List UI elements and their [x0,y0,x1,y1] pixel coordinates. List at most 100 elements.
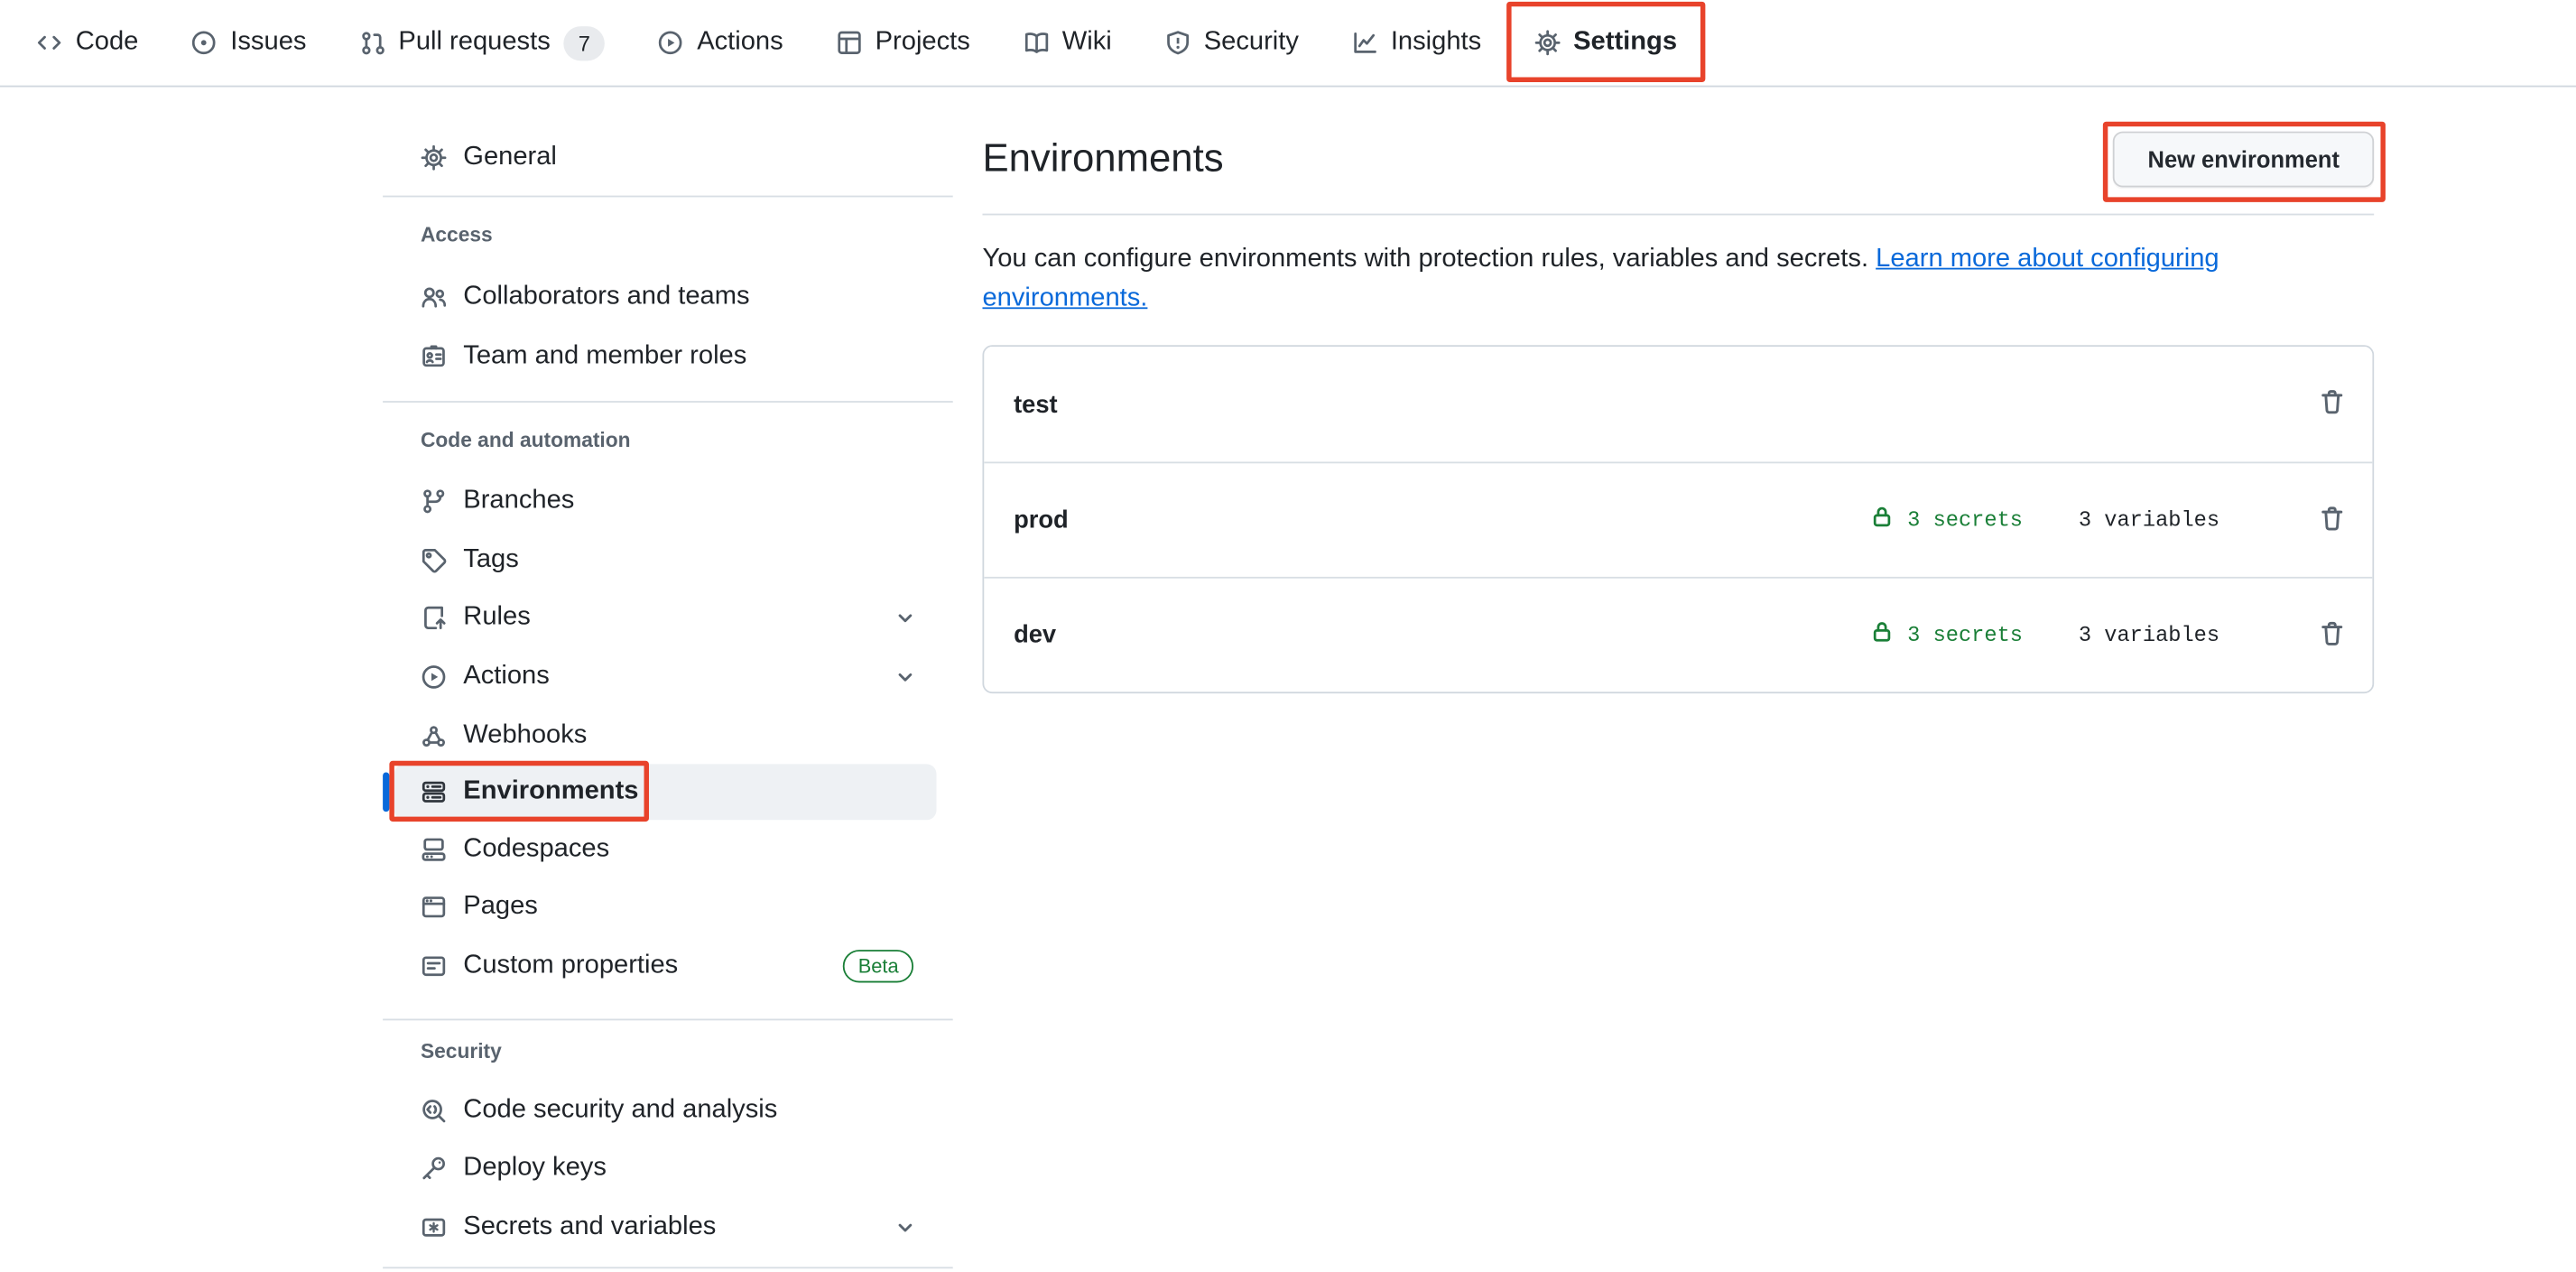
sidebar-item-codespaces[interactable]: Codespaces [394,822,937,877]
trash-icon [2318,618,2346,651]
shield-icon [1164,30,1191,56]
sidebar-item-label: General [463,143,557,172]
code-icon [36,30,62,56]
sidebar-divider [383,401,953,403]
sidebar-item-actions[interactable]: Actions [394,649,937,705]
github-settings-page: Code Issues Pull requests 7 Actions Proj… [0,0,2576,1272]
git-pull-request-icon [359,30,385,56]
key-asterisk-icon [421,1214,447,1240]
sidebar-item-tags[interactable]: Tags [394,533,937,589]
sidebar-item-label: Deploy keys [463,1154,607,1184]
secrets-count-label: 3 secrets [1907,623,2023,647]
webhook-icon [421,723,447,749]
sidebar-item-rules[interactable]: Rules [394,590,937,645]
tab-label: Insights [1391,28,1481,58]
sidebar-section-header-security: Security [394,1032,937,1072]
sidebar-item-label: Collaborators and teams [463,283,749,312]
issue-opened-icon [191,30,218,56]
sidebar-item-label: Environments [463,777,638,807]
sidebar-section-header-access: Access [394,215,937,255]
tag-icon [421,547,447,573]
tab-settings[interactable]: Settings [1511,0,1700,86]
lock-icon [1869,619,1894,651]
environment-name-link[interactable]: test [1014,390,1058,418]
tab-label: Security [1204,28,1299,58]
sidebar-item-team-and-member-roles[interactable]: Team and member roles [394,329,937,385]
sidebar-item-label: Team and member roles [463,342,746,372]
settings-sidebar: General Access Collaborators and teams T… [394,0,937,1272]
rules-icon [421,605,447,631]
play-icon [421,664,447,690]
beta-badge: Beta [843,950,913,982]
sidebar-divider [383,196,953,198]
sidebar-item-label: Code security and analysis [463,1096,777,1126]
sidebar-item-label: Codespaces [463,835,609,865]
sidebar-divider [383,1019,953,1021]
key-icon [421,1156,447,1182]
codescan-icon [421,1098,447,1124]
page-description: You can configure environments with prot… [982,240,2374,319]
gear-icon [421,144,447,171]
sidebar-item-webhooks[interactable]: Webhooks [394,709,937,765]
environment-row-dev: dev 3 secrets 3 variables [984,577,2372,692]
sidebar-item-label: Actions [463,663,550,692]
sidebar-item-collaborators-and-teams[interactable]: Collaborators and teams [394,270,937,326]
graph-icon [1351,30,1377,56]
page-header: Environments New environment [982,132,2374,216]
tab-issues[interactable]: Issues [168,0,329,86]
git-branch-icon [421,488,447,515]
secrets-count-label: 3 secrets [1907,507,2023,532]
secrets-count-link[interactable]: 3 secrets [1869,619,2023,651]
variables-count-link[interactable]: 3 variables [2079,507,2219,532]
sidebar-item-custom-properties[interactable]: Custom properties Beta [394,938,937,994]
tab-wiki[interactable]: Wiki [1000,0,1135,86]
trash-icon [2318,504,2346,536]
sidebar-item-label: Webhooks [463,721,587,751]
active-indicator [383,772,389,812]
trash-icon [2318,388,2346,421]
delete-environment-button[interactable] [2318,618,2346,651]
environment-name-link[interactable]: prod [1014,506,1069,534]
people-icon [421,284,447,311]
page-title: Environments [982,135,1223,184]
sidebar-item-label: Branches [463,487,574,516]
secrets-count-link[interactable]: 3 secrets [1869,505,2023,536]
environment-row-test: test [984,347,2372,461]
sidebar-item-environments[interactable]: Environments [394,764,937,820]
tab-label: Issues [230,28,306,58]
chevron-down-icon[interactable] [894,1216,923,1239]
environment-row-prod: prod 3 secrets 3 variables [984,461,2372,576]
variables-count-link[interactable]: 3 variables [2079,623,2219,647]
sidebar-item-label: Secrets and variables [463,1212,716,1242]
browser-icon [421,894,447,920]
tab-label: Code [76,28,139,58]
delete-environment-button[interactable] [2318,388,2346,421]
sidebar-item-deploy-keys[interactable]: Deploy keys [394,1140,937,1196]
id-badge-icon [421,343,447,369]
sidebar-item-secrets-and-variables[interactable]: Secrets and variables [394,1200,937,1256]
sidebar-item-general[interactable]: General [394,130,937,186]
tab-security[interactable]: Security [1142,0,1322,86]
tab-insights[interactable]: Insights [1329,0,1505,86]
chevron-down-icon[interactable] [894,665,923,688]
delete-environment-button[interactable] [2318,504,2346,536]
sidebar-item-label: Tags [463,545,519,575]
environment-name-link[interactable]: dev [1014,621,1056,649]
sidebar-item-label: Rules [463,603,530,633]
sidebar-section-header-code-and-automation: Code and automation [394,421,937,460]
note-icon [421,953,447,980]
sidebar-item-pages[interactable]: Pages [394,879,937,935]
book-icon [1023,30,1049,56]
sidebar-divider [383,1267,953,1268]
repo-tab-nav: Code Issues Pull requests 7 Actions Proj… [0,0,2576,87]
sidebar-item-branches[interactable]: Branches [394,473,937,529]
environments-icon [421,779,447,805]
sidebar-item-code-security-and-analysis[interactable]: Code security and analysis [394,1083,937,1139]
environments-list: test prod 3 secrets 3 variables dev 3 se… [982,345,2374,693]
tab-label: Wiki [1062,28,1112,58]
sidebar-item-label: Pages [463,892,538,922]
chevron-down-icon[interactable] [894,607,923,629]
tab-code[interactable]: Code [14,0,162,86]
sidebar-item-label: Custom properties [463,952,678,981]
new-environment-button[interactable]: New environment [2113,132,2374,188]
